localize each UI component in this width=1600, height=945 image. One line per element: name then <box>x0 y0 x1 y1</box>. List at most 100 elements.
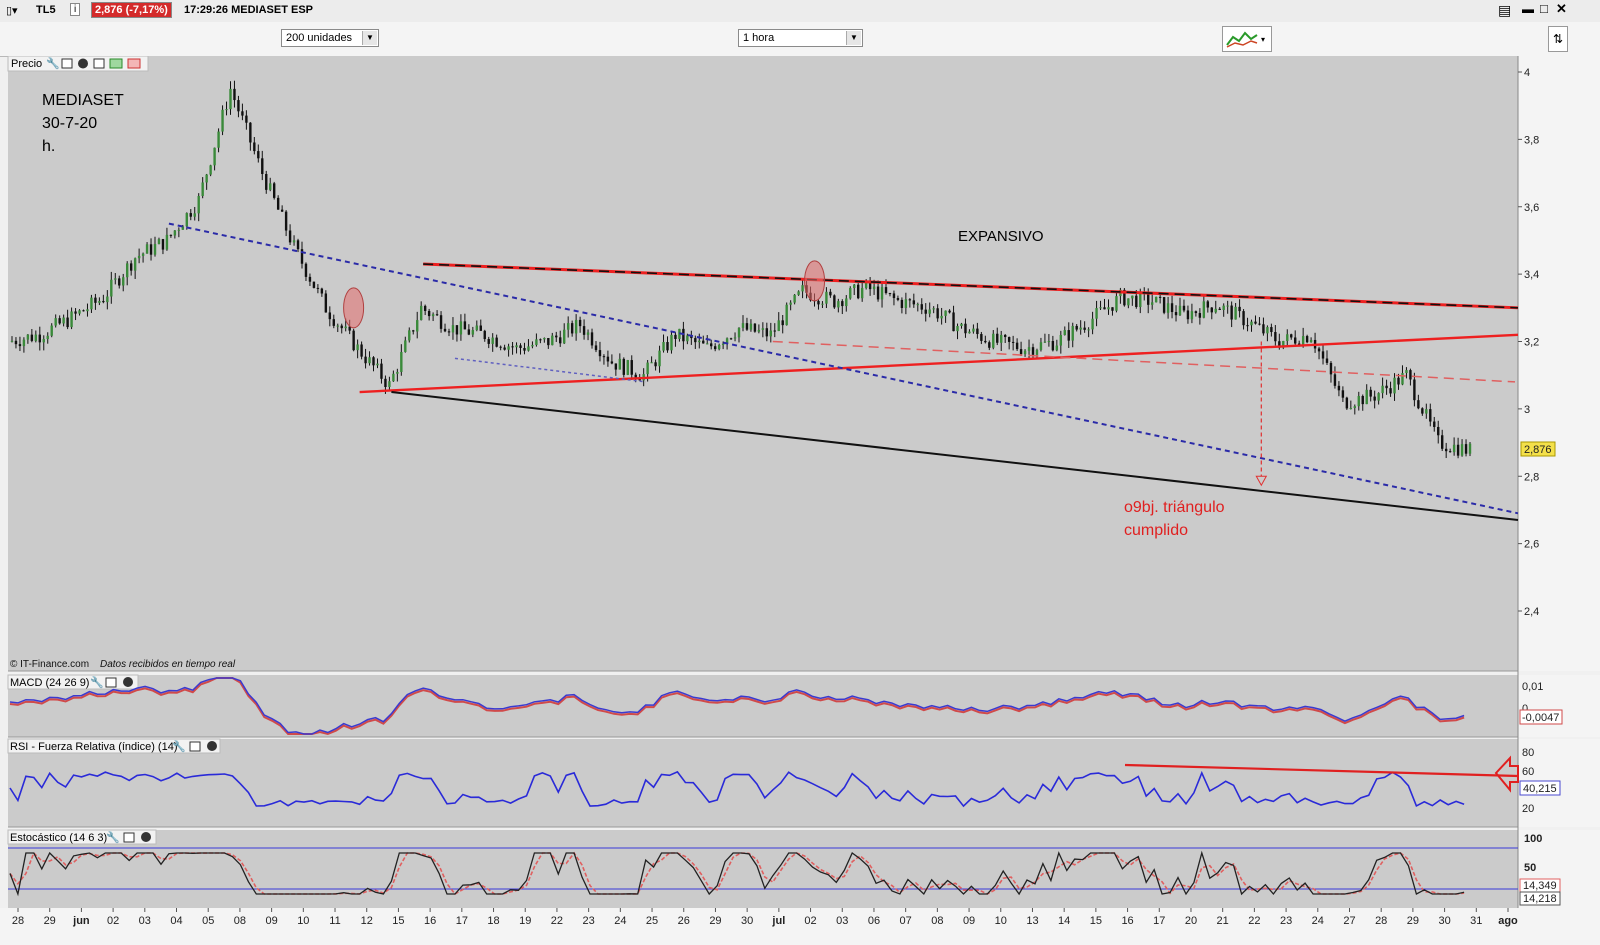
candle-body <box>110 279 113 297</box>
close-panel-icon[interactable] <box>141 832 151 842</box>
candle-body <box>825 291 828 304</box>
chart-area[interactable]: 4 3,8 3,6 3,4 3,2 3 2,8 2,6 2,4 Precio 🔧 MEDIASE… <box>0 56 1600 945</box>
wrench-icon[interactable]: 🔧 <box>46 56 60 70</box>
candle-body <box>507 346 510 350</box>
candle-body <box>1198 313 1202 318</box>
candle-body <box>936 308 939 319</box>
candle-body <box>694 338 697 343</box>
watermark-sub: Datos recibidos en tiempo real <box>100 659 236 670</box>
candle-body <box>964 323 967 334</box>
candle-body <box>46 335 49 340</box>
candle-body <box>1433 421 1436 427</box>
candle-body <box>1131 295 1134 299</box>
candle-body <box>1210 307 1213 313</box>
minimize-icon[interactable]: ▬ <box>1522 2 1534 16</box>
candle-body <box>1246 325 1249 327</box>
candle-body <box>960 323 963 327</box>
candle-body <box>189 213 192 217</box>
interval-select[interactable]: 1 hora ▼ <box>738 29 863 47</box>
scale-tool-icon[interactable]: ⇅ <box>1548 26 1568 52</box>
x-tick-label: 06 <box>868 915 880 927</box>
candle-body <box>713 346 717 350</box>
candle-body <box>785 304 788 326</box>
maximize-icon[interactable]: □ <box>1540 1 1548 16</box>
candle-body <box>22 339 26 347</box>
candle-body <box>129 263 133 271</box>
stochastic-ytick: 50 <box>1524 862 1536 874</box>
annotation-pattern: EXPANSIVO <box>958 228 1044 245</box>
remove-icon[interactable] <box>127 58 141 69</box>
candle-body <box>1377 393 1380 401</box>
candle-body <box>777 320 780 332</box>
window-icon[interactable] <box>189 741 201 752</box>
candle-body <box>980 334 983 341</box>
window-icon[interactable] <box>61 58 73 69</box>
candle-body <box>1103 307 1106 310</box>
wrench-icon[interactable]: 🔧 <box>172 739 186 753</box>
candle-body <box>1441 435 1444 449</box>
candle-body <box>249 122 252 143</box>
x-tick-label: 08 <box>234 915 246 927</box>
candle-body <box>491 337 494 344</box>
candle-body <box>1099 307 1102 309</box>
candle-body <box>563 329 566 344</box>
candle-body <box>423 305 427 311</box>
candle-body <box>1051 341 1055 351</box>
price-tick-label: 3,6 <box>1524 202 1539 214</box>
symbol-label[interactable]: TL5 <box>36 4 56 16</box>
candle-body <box>408 330 411 341</box>
close-panel-icon[interactable] <box>123 677 133 687</box>
candle-body <box>535 339 538 345</box>
chart-type-button[interactable]: ▾ <box>1222 26 1272 52</box>
candle-body <box>1389 388 1392 394</box>
chart-type-icon: ▾ <box>1226 31 1265 48</box>
wrench-icon[interactable]: 🔧 <box>106 830 120 844</box>
candle-body <box>1341 390 1345 398</box>
candle-body <box>384 378 387 387</box>
macd-title: MACD (24 26 9) <box>10 677 89 689</box>
candle-body <box>1202 301 1206 318</box>
candle-body <box>94 297 97 303</box>
close-icon[interactable]: ✕ <box>1556 1 1567 17</box>
units-select[interactable]: 200 unidades ▼ <box>281 29 379 47</box>
candle-body <box>1043 341 1047 343</box>
candle-body <box>1401 373 1404 385</box>
candle-body <box>272 183 276 198</box>
candle-body <box>1023 350 1027 355</box>
close-panel-icon[interactable] <box>78 58 88 69</box>
candle-body <box>849 288 852 299</box>
candle-body <box>412 330 415 332</box>
candle-body <box>261 158 264 175</box>
close-panel-icon[interactable] <box>207 741 217 751</box>
candle-body <box>376 363 379 366</box>
candle-body <box>316 287 320 289</box>
wrench-icon[interactable]: 🔧 <box>90 675 104 689</box>
candle-body <box>674 334 677 339</box>
candle-body <box>237 100 240 112</box>
window-icon[interactable] <box>105 677 117 688</box>
candle-body <box>1027 347 1031 351</box>
info-icon[interactable]: i <box>70 3 81 16</box>
keyboard-icon[interactable]: ▤ <box>1498 2 1511 19</box>
candle-body <box>853 284 856 289</box>
candle-body <box>1226 305 1229 307</box>
window-icon[interactable] <box>123 832 135 843</box>
x-tick-label: 13 <box>1026 915 1038 927</box>
candle-body <box>1353 406 1357 408</box>
x-tick-label: 09 <box>265 915 277 927</box>
chart-icon[interactable]: ▯▾ <box>6 4 18 17</box>
x-tick-label: 19 <box>519 915 531 927</box>
candle-body <box>721 343 725 345</box>
candle-body <box>118 278 121 286</box>
export-icon[interactable] <box>109 58 123 69</box>
candle-body <box>50 325 53 336</box>
candle-body <box>1083 327 1086 330</box>
candle-body <box>944 310 947 316</box>
add-icon[interactable] <box>93 58 105 69</box>
candle-body <box>34 334 38 341</box>
interval-select-value: 1 hora <box>743 32 775 44</box>
highlight-ellipse <box>343 287 365 329</box>
candle-body <box>328 312 332 320</box>
candle-body <box>1182 305 1186 311</box>
x-tick-label: 03 <box>139 915 151 927</box>
